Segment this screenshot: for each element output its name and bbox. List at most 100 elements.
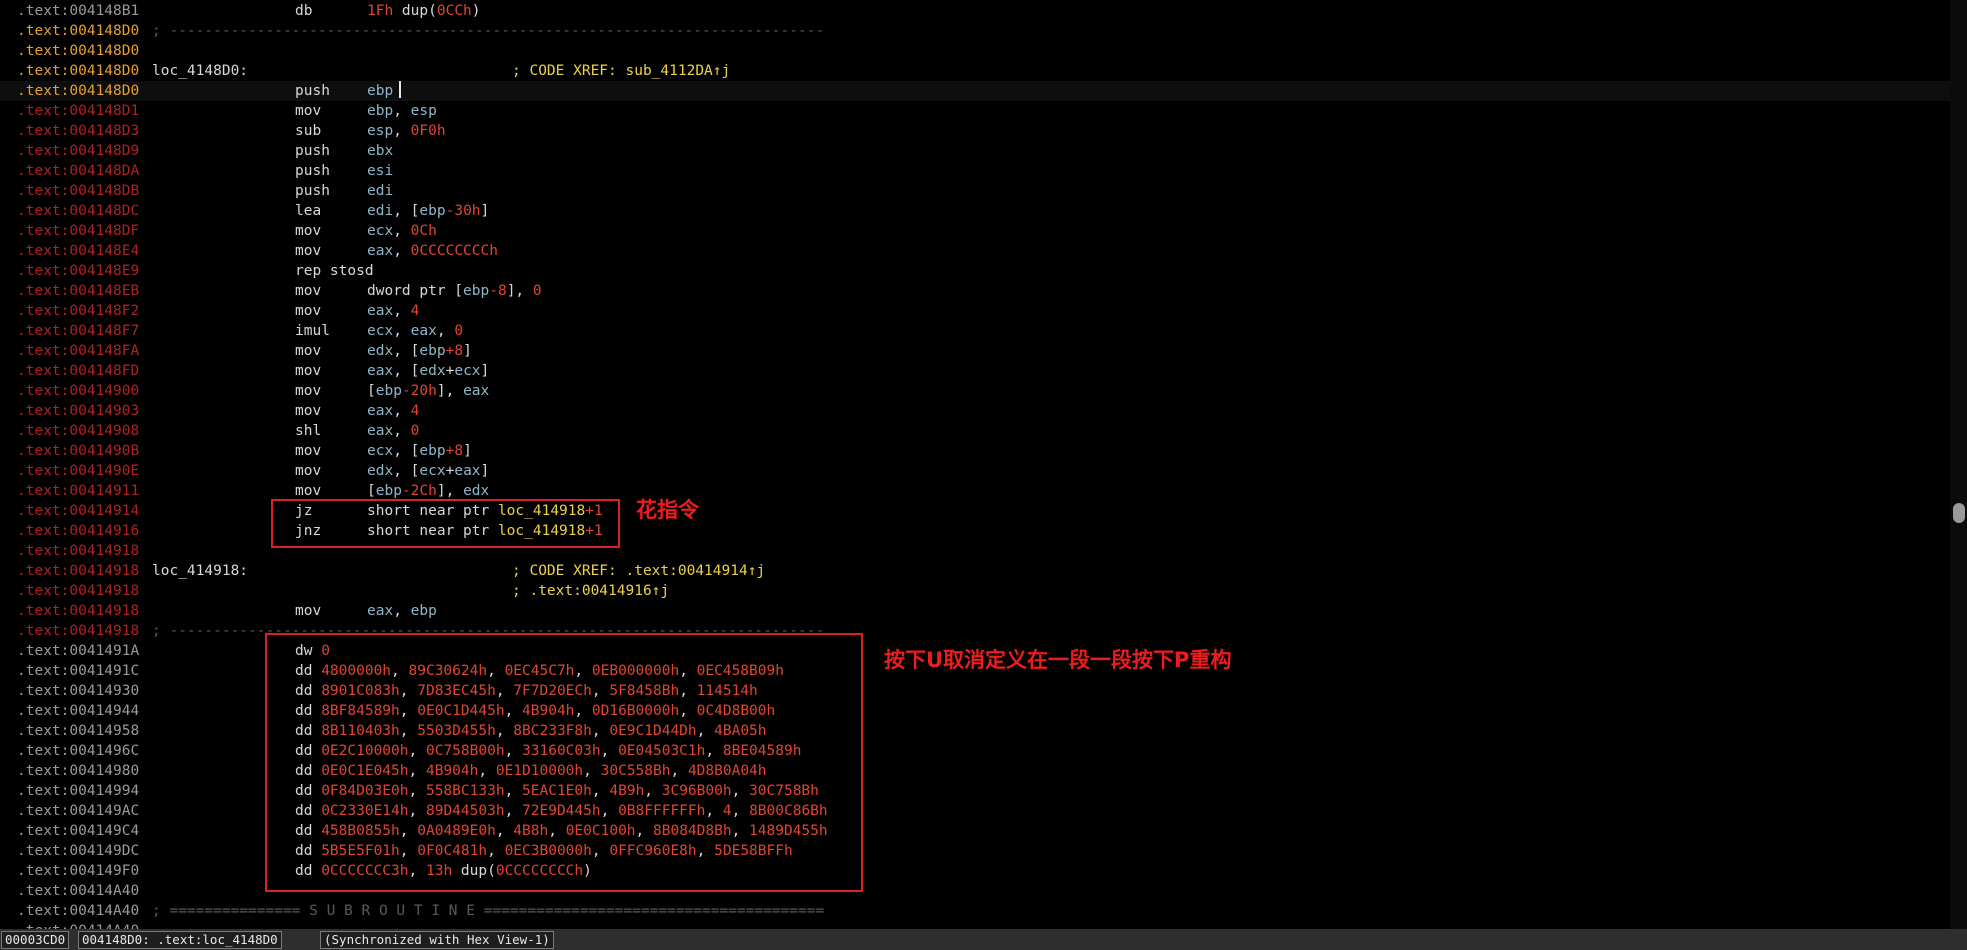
line-address: .text:004148DF — [17, 223, 140, 239]
register-token: edx — [367, 343, 394, 359]
status-file-offset: 00003CD0 — [1, 931, 70, 949]
operand-text: dup( — [393, 3, 437, 19]
disasm-line[interactable]: .text:0041490B mov ecx, [ebp+8] — [0, 441, 1950, 461]
junk-instruction-highlight-box — [271, 499, 620, 548]
register-token: ebp — [375, 483, 402, 499]
disasm-line-current[interactable]: .text:004148D0 push ebp — [0, 81, 1950, 101]
register-token: ecx — [367, 223, 394, 239]
register-token: ecx — [419, 463, 446, 479]
disasm-line[interactable]: .text:004148D0 loc_4148D0: ; CODE XREF: su… — [0, 61, 1950, 81]
disasm-line[interactable]: .text:004148E9 rep stosd — [0, 261, 1950, 281]
instruction-mnemonic: imul — [295, 323, 330, 339]
register-token: eax — [410, 323, 437, 339]
instruction-operands: edi — [367, 181, 393, 201]
instruction-mnemonic: push — [295, 83, 330, 99]
instruction-operands: edx, [ecx+eax] — [367, 461, 489, 481]
disasm-line[interactable]: .text:00414918 loc_414918: ; CODE XREF: .t… — [0, 561, 1950, 581]
number-token: 0CCh — [436, 3, 472, 19]
instruction-mnemonic: mov — [295, 383, 322, 399]
operand-text: [ — [367, 483, 376, 499]
disasm-line[interactable]: .text:004148D0 ; ------------------------… — [0, 21, 1950, 41]
number-token: +8 — [445, 343, 464, 359]
operand-text: , [ — [393, 363, 420, 379]
line-address: .text:00414900 — [17, 383, 140, 399]
disasm-line[interactable]: .text:00414918 ; .text:00414916↑j — [0, 581, 1950, 601]
disasm-line[interactable]: .text:004148DC lea edi, [ebp-30h] — [0, 201, 1950, 221]
disasm-line[interactable]: .text:004148DF mov ecx, 0Ch — [0, 221, 1950, 241]
register-token: edi — [367, 183, 394, 199]
instruction-mnemonic: mov — [295, 343, 322, 359]
number-token: -8 — [489, 283, 507, 299]
operand-text: , — [393, 223, 411, 239]
disasm-line[interactable]: .text:004148EB mov dword ptr [ebp-8], 0 — [0, 281, 1950, 301]
line-address: .text:004148D3 — [17, 123, 140, 139]
disasm-line[interactable]: .text:00414A40 ; =============== S U B R … — [0, 901, 1950, 921]
register-token: eax — [367, 243, 394, 259]
line-address: .text:004148FA — [17, 343, 140, 359]
instruction-operands: eax, 4 — [367, 401, 419, 421]
instruction-mnemonic: mov — [295, 243, 322, 259]
number-token: 0 — [410, 423, 420, 439]
instruction-mnemonic: mov — [295, 303, 322, 319]
disasm-line[interactable]: .text:00414900 mov [ebp-20h], eax — [0, 381, 1950, 401]
instruction-operands: eax, 4 — [367, 301, 419, 321]
line-address: .text:004148DA — [17, 163, 140, 179]
disasm-line[interactable]: .text:004148DA push esi — [0, 161, 1950, 181]
operand-text: dword ptr [ — [367, 283, 464, 299]
instruction-mnemonic: rep stosd — [295, 263, 374, 279]
register-token: esp — [367, 123, 394, 139]
instruction-operands: [ebp-2Ch], edx — [367, 481, 489, 501]
disasm-line[interactable]: .text:004148B1 db 1Fh dup(0CCh) — [0, 1, 1950, 21]
disasm-line[interactable]: .text:004148DB push edi — [0, 181, 1950, 201]
number-token: 1Fh — [367, 3, 394, 19]
line-address: .text:004148EB — [17, 283, 140, 299]
operand-text: ], — [506, 283, 533, 299]
text-cursor — [399, 81, 402, 98]
disasm-line[interactable]: .text:004148F7 imul ecx, eax, 0 — [0, 321, 1950, 341]
register-token: ebp — [375, 383, 402, 399]
line-address: .text:00414A40 — [17, 903, 140, 919]
register-token: ecx — [367, 323, 394, 339]
vertical-scrollbar[interactable] — [1950, 0, 1967, 929]
instruction-operands: edi, [ebp-30h] — [367, 201, 489, 221]
line-address: .text:004148F2 — [17, 303, 140, 319]
register-token: eax — [367, 603, 394, 619]
disasm-line[interactable]: .text:00414911 mov [ebp-2Ch], edx — [0, 481, 1950, 501]
line-address: .text:004148E9 — [17, 263, 140, 279]
disasm-line[interactable]: .text:004148D1 mov ebp, esp — [0, 101, 1950, 121]
line-address: .text:004148D0 — [17, 83, 140, 99]
disasm-line[interactable]: .text:004148E4 mov eax, 0CCCCCCCCh — [0, 241, 1950, 261]
number-token: -30h — [445, 203, 481, 219]
disasm-line[interactable]: .text:00414903 mov eax, 4 — [0, 401, 1950, 421]
scrollbar-thumb[interactable] — [1953, 503, 1965, 523]
line-address: .text:00414918 — [17, 603, 140, 619]
line-address: .text:00414908 — [17, 423, 140, 439]
line-address: .text:004148DC — [17, 203, 140, 219]
disasm-line[interactable]: .text:004148D3 sub esp, 0F0h — [0, 121, 1950, 141]
register-token: esi — [367, 163, 394, 179]
instruction-mnemonic: sub — [295, 123, 322, 139]
disasm-line[interactable]: .text:004148F2 mov eax, 4 — [0, 301, 1950, 321]
disasm-line[interactable]: .text:004148FA mov edx, [ebp+8] — [0, 341, 1950, 361]
line-address: .text:00414916 — [17, 523, 140, 539]
instruction-operands: dword ptr [ebp-8], 0 — [367, 281, 542, 301]
line-address: .text:004148D1 — [17, 103, 140, 119]
instruction-operands: ecx, [ebp+8] — [367, 441, 472, 461]
instruction-mnemonic: mov — [295, 463, 322, 479]
disasm-line[interactable]: .text:00414908 shl eax, 0 — [0, 421, 1950, 441]
instruction-mnemonic: mov — [295, 363, 322, 379]
disasm-line[interactable]: .text:004148FD mov eax, [edx+ecx] — [0, 361, 1950, 381]
register-token: ebp — [419, 343, 446, 359]
line-address: .text:004148D0 — [17, 63, 140, 79]
disasm-line[interactable]: .text:00414918 mov eax, ebp — [0, 601, 1950, 621]
line-address: .text:0041491A — [17, 643, 140, 659]
register-token: ebp — [419, 443, 446, 459]
disasm-line[interactable]: .text:0041490E mov edx, [ecx+eax] — [0, 461, 1950, 481]
register-token: ebp — [463, 283, 490, 299]
operand-text: , — [393, 303, 411, 319]
disasm-line[interactable]: .text:004148D9 push ebx — [0, 141, 1950, 161]
operand-text: , — [393, 423, 411, 439]
operand-text: , [ — [393, 343, 420, 359]
line-address: .text:00414903 — [17, 403, 140, 419]
disasm-line[interactable]: .text:004148D0 — [0, 41, 1950, 61]
